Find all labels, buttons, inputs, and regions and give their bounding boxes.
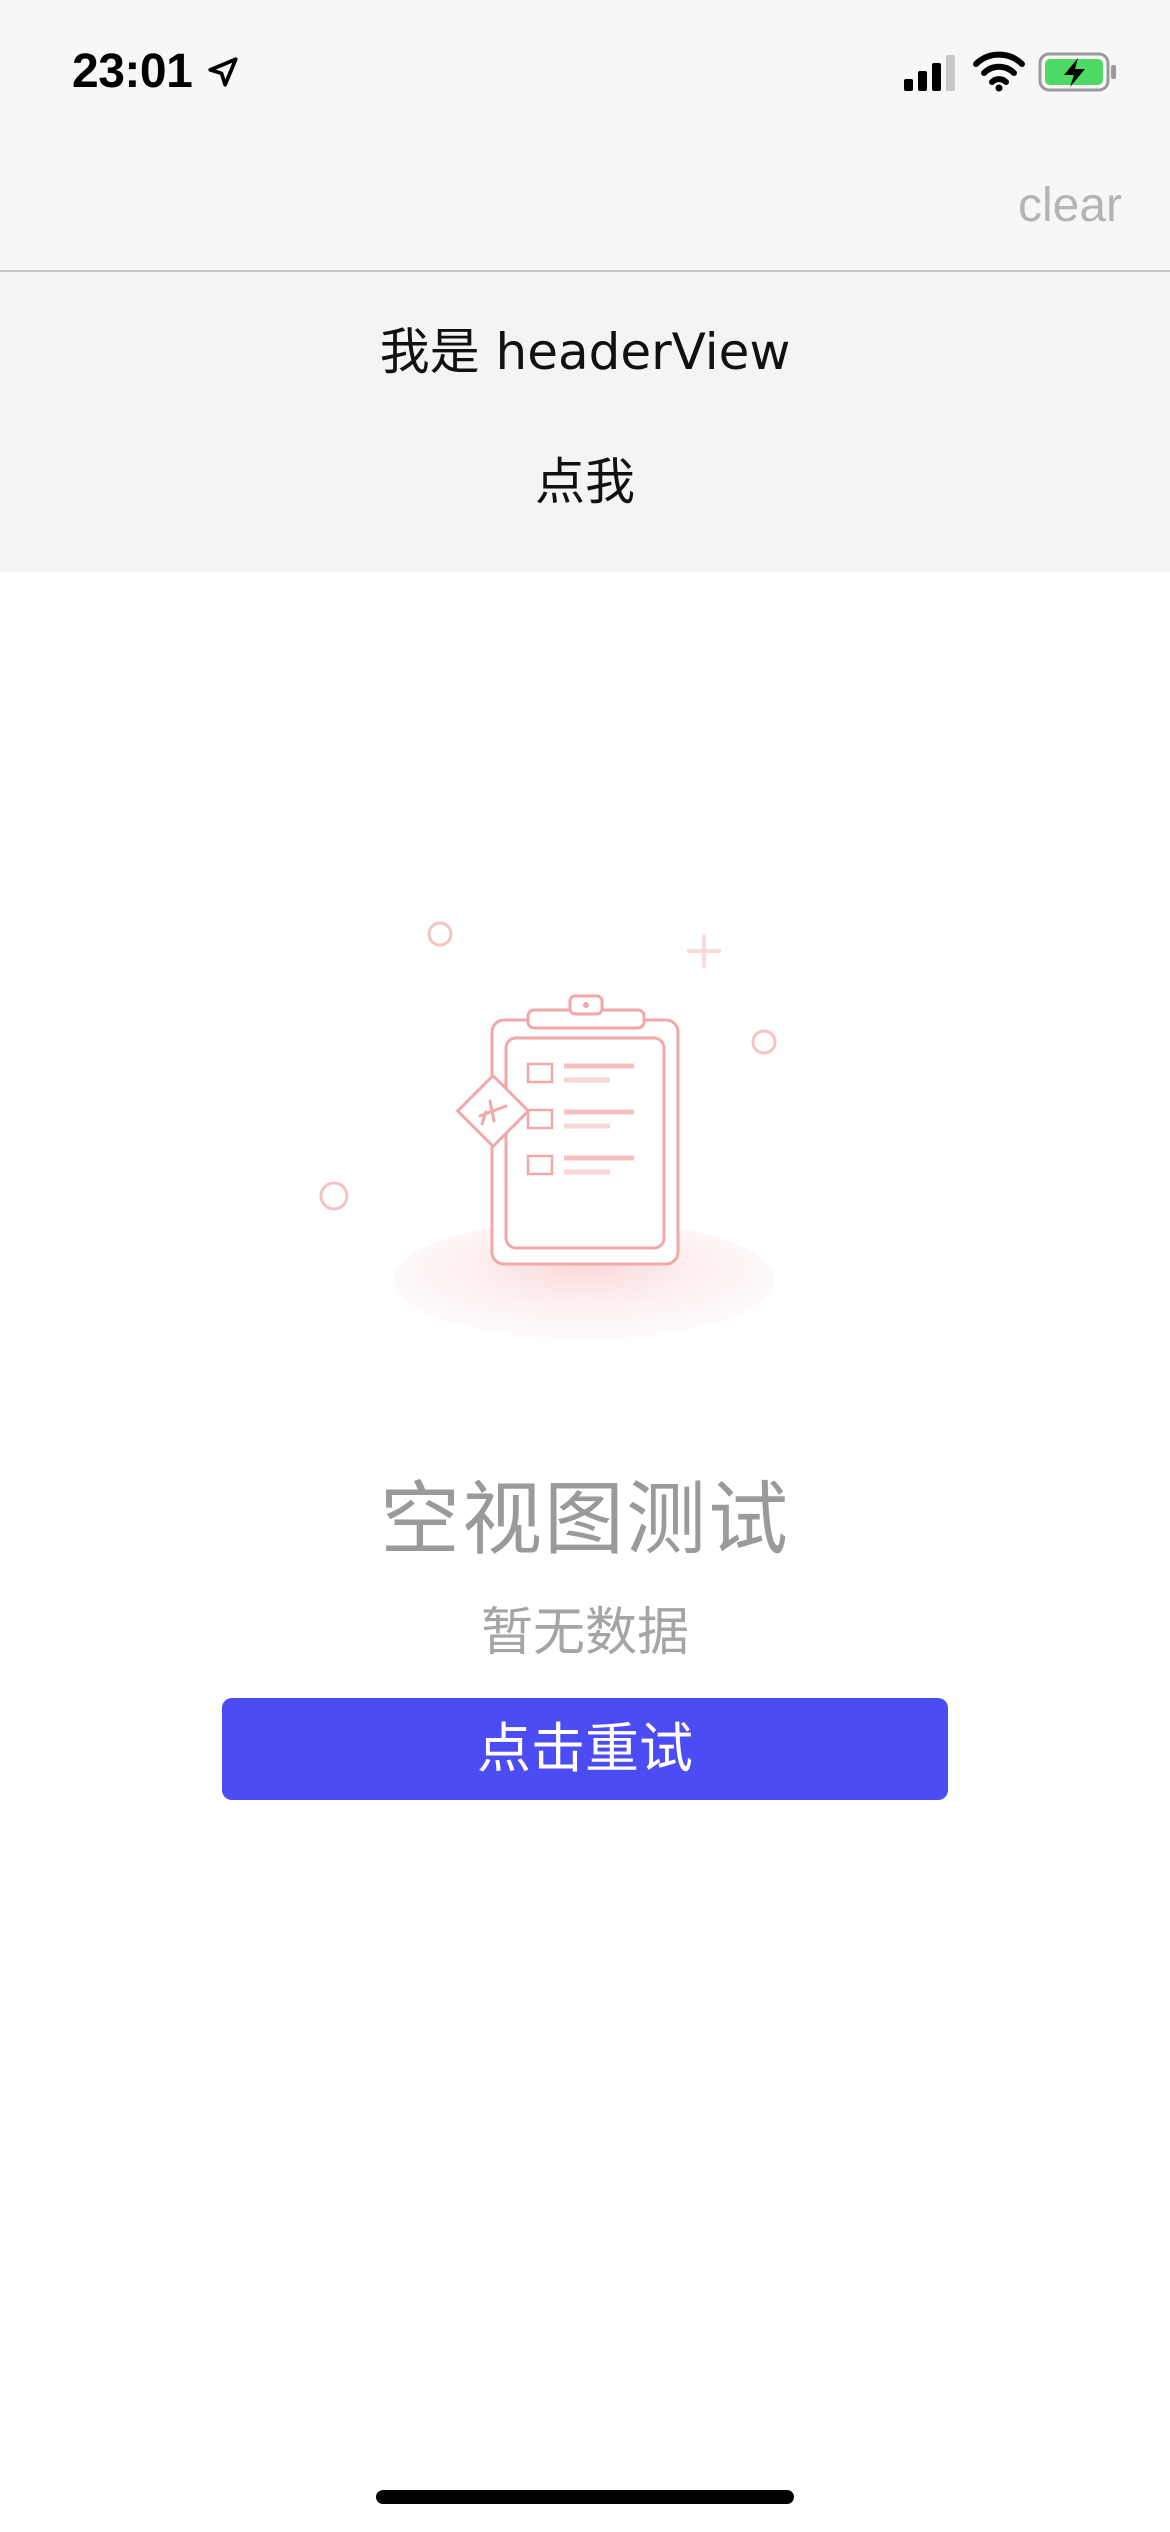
home-indicator[interactable]: [376, 2490, 794, 2504]
status-bar: 23:01: [0, 0, 1170, 140]
header-title: 我是 headerView: [379, 323, 791, 381]
navigation-bar: clear: [0, 140, 1170, 272]
status-time: 23:01: [72, 45, 193, 98]
empty-state-title: 空视图测试: [380, 1473, 790, 1566]
clipboard-empty-icon: [319, 921, 777, 1340]
battery-charging-icon: [1038, 52, 1116, 92]
empty-state-subtitle: 暂无数据: [480, 1603, 689, 1663]
clear-button[interactable]: clear: [1018, 178, 1122, 234]
cellular-signal-icon: [904, 55, 955, 91]
location-arrow-icon: [208, 57, 238, 87]
header-view: 我是 headerView 点我: [0, 272, 1170, 572]
tap-me-button[interactable]: 点我: [435, 440, 735, 524]
wifi-icon: [973, 51, 1025, 92]
retry-button[interactable]: 点击重试: [222, 1698, 948, 1800]
